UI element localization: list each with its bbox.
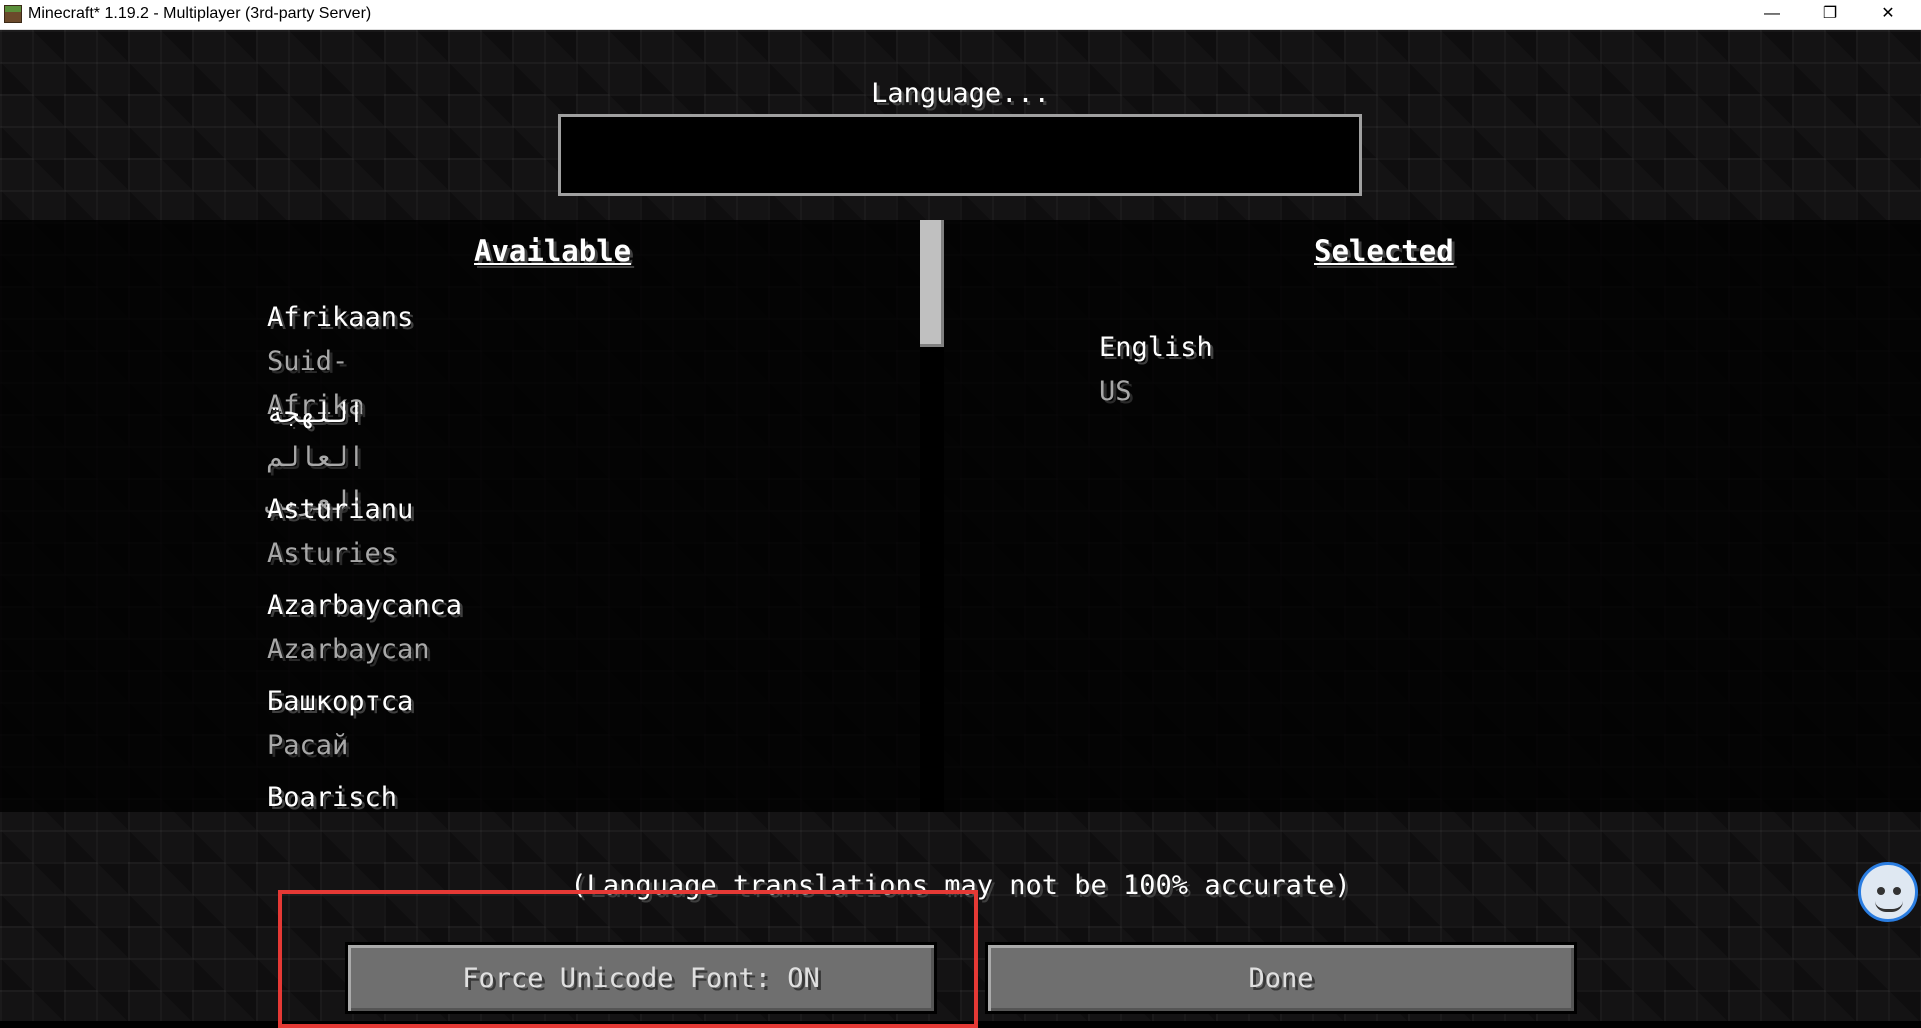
language-entry-bashkort[interactable]: Башкортса Расай (267, 680, 413, 768)
selected-language-english[interactable]: English US (1099, 326, 1213, 414)
window-titlebar: Minecraft* 1.19.2 - Multiplayer (3rd-par… (0, 0, 1921, 30)
maximize-icon[interactable]: ❐ (1801, 0, 1859, 29)
assistant-eye-right (1893, 887, 1901, 895)
language-name: Башкортса (267, 686, 414, 717)
language-name: Afrikaans (267, 302, 414, 333)
close-icon[interactable]: ✕ (1859, 0, 1917, 29)
language-name: Asturianu (267, 494, 414, 525)
minecraft-app-icon (4, 5, 22, 23)
language-region: Azarbaycan (267, 634, 430, 665)
floating-assistant-icon[interactable] (1858, 862, 1918, 922)
language-name: اللهجة (267, 398, 365, 429)
selected-header: Selected (1314, 234, 1454, 268)
available-header: Available (474, 234, 632, 268)
language-region: Asturies (267, 538, 398, 569)
game-screen: Language... Available Selected Afrikaans… (0, 30, 1921, 1028)
language-name: Boarisch (267, 782, 398, 813)
done-button[interactable]: Done (985, 942, 1577, 1014)
language-search-input[interactable] (558, 114, 1362, 196)
assistant-mouth (1875, 901, 1903, 912)
language-entry-boarisch[interactable]: Boarisch (267, 776, 397, 820)
language-entry-asturianu[interactable]: Asturianu Asturies (267, 488, 413, 576)
language-region: US (1099, 376, 1132, 407)
language-name: Azarbaycanca (267, 590, 463, 621)
force-unicode-font-button[interactable]: Force Unicode Font: ON (345, 942, 937, 1014)
minimize-icon[interactable]: — (1743, 0, 1801, 29)
screen-title: Language... (871, 78, 1050, 109)
assistant-eye-left (1877, 887, 1885, 895)
language-name: English (1099, 332, 1213, 363)
translation-accuracy-note: (Language translations may not be 100% a… (570, 870, 1351, 901)
window-title: Minecraft* 1.19.2 - Multiplayer (3rd-par… (28, 5, 372, 22)
language-entry-azarbaycanca[interactable]: Azarbaycanca Azarbaycan (267, 584, 462, 672)
scrollbar-thumb[interactable] (920, 220, 944, 347)
language-region: Расай (267, 730, 349, 761)
